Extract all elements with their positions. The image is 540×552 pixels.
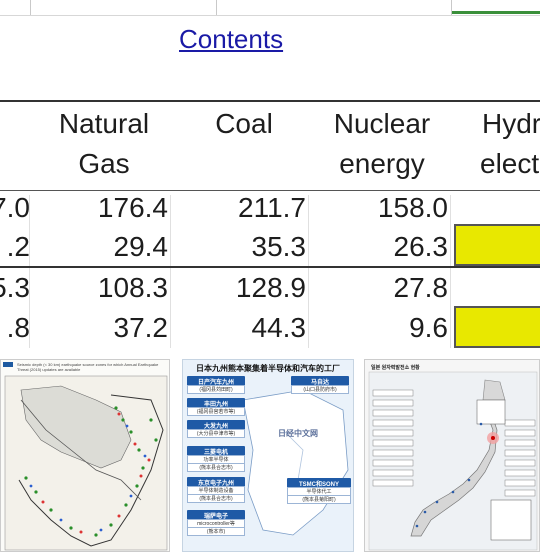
header-natural-gas-2: Gas <box>78 148 130 179</box>
energy-table: Natural Gas Coal Nuclear energy Hydr ele… <box>0 100 540 348</box>
factory-daihatsu-location: (大分县中津市等) <box>187 429 245 438</box>
thumbnail-kyushu-factories[interactable]: 日本九州熊本聚集着半导体和汽车的工厂 日产汽车九州 (福冈县苅田町) 丰田九州 … <box>182 359 354 552</box>
cell-row4-first: .8 <box>6 312 30 343</box>
cell-row3-gas: 108.3 <box>97 272 168 303</box>
header-natural-gas-1: Natural <box>58 108 150 139</box>
highlighted-cell[interactable] <box>454 306 540 348</box>
header-nuclear-2: energy <box>339 148 425 179</box>
column-divider <box>170 195 171 348</box>
table-top-rule <box>0 100 540 102</box>
spreadsheet-top-strip <box>0 0 540 16</box>
factory-nissan-location: (福冈县苅田町) <box>187 385 245 394</box>
cell-row1-gas: 176.4 <box>97 192 168 223</box>
grid-line <box>30 0 31 15</box>
cell-row2-coal: 35.3 <box>251 231 307 262</box>
cell-row2-nuclear: 26.3 <box>393 231 449 262</box>
factory-tokyo-electron-location: (熊本县合志市) <box>187 494 245 503</box>
nikkei-watermark: 日经中文网 <box>278 429 318 438</box>
column-divider <box>308 195 309 348</box>
header-coal: Coal <box>215 108 273 139</box>
cell-row3-coal: 128.9 <box>235 272 306 303</box>
grid-line <box>216 0 217 15</box>
header-hydro-1: Hydr <box>482 108 540 139</box>
factory-mazda-location: (山口县防府市) <box>291 385 349 394</box>
cell-row4-gas: 37.2 <box>113 312 169 343</box>
factory-toyota-location: (福冈县宫若市等) <box>187 407 245 416</box>
factory-tsmc-sony-location: (熊本县菊阳町) <box>287 495 351 504</box>
japan-map-graphic <box>368 371 538 551</box>
header-hydro-2: electr <box>480 148 540 179</box>
cell-row2-gas: 29.4 <box>113 231 169 262</box>
selected-cell-border <box>452 0 540 14</box>
cell-row3-nuclear: 27.8 <box>393 272 449 303</box>
column-divider <box>450 195 451 348</box>
factory-renesas-location: (熊本市) <box>187 527 245 536</box>
cell-row3-first: 5.3 <box>0 272 30 303</box>
thumbnail-japan-nuclear-map[interactable]: 일본 원자력발전소 현황 <box>364 359 540 552</box>
cell-row1-coal: 211.7 <box>238 192 306 223</box>
highlighted-cell[interactable] <box>454 224 540 266</box>
cell-row1-nuclear: 158.0 <box>377 192 448 223</box>
row-group-rule <box>0 266 540 268</box>
factory-mitsubishi-location: (熊本县合志市) <box>187 463 245 472</box>
cell-row2-first: .2 <box>6 231 30 262</box>
cell-row4-nuclear: 9.6 <box>409 312 448 343</box>
header-bottom-rule <box>0 190 540 191</box>
cell-row4-coal: 44.3 <box>251 312 307 343</box>
header-nuclear-1: Nuclear <box>333 108 431 139</box>
cell-row1-first: 7.0 <box>0 192 30 223</box>
seismic-map-graphic <box>4 375 168 551</box>
thumbnail-seismic-map[interactable]: Seismic depth (< 30 km) earthquake sourc… <box>0 359 170 552</box>
contents-link[interactable]: Contents <box>179 24 283 55</box>
